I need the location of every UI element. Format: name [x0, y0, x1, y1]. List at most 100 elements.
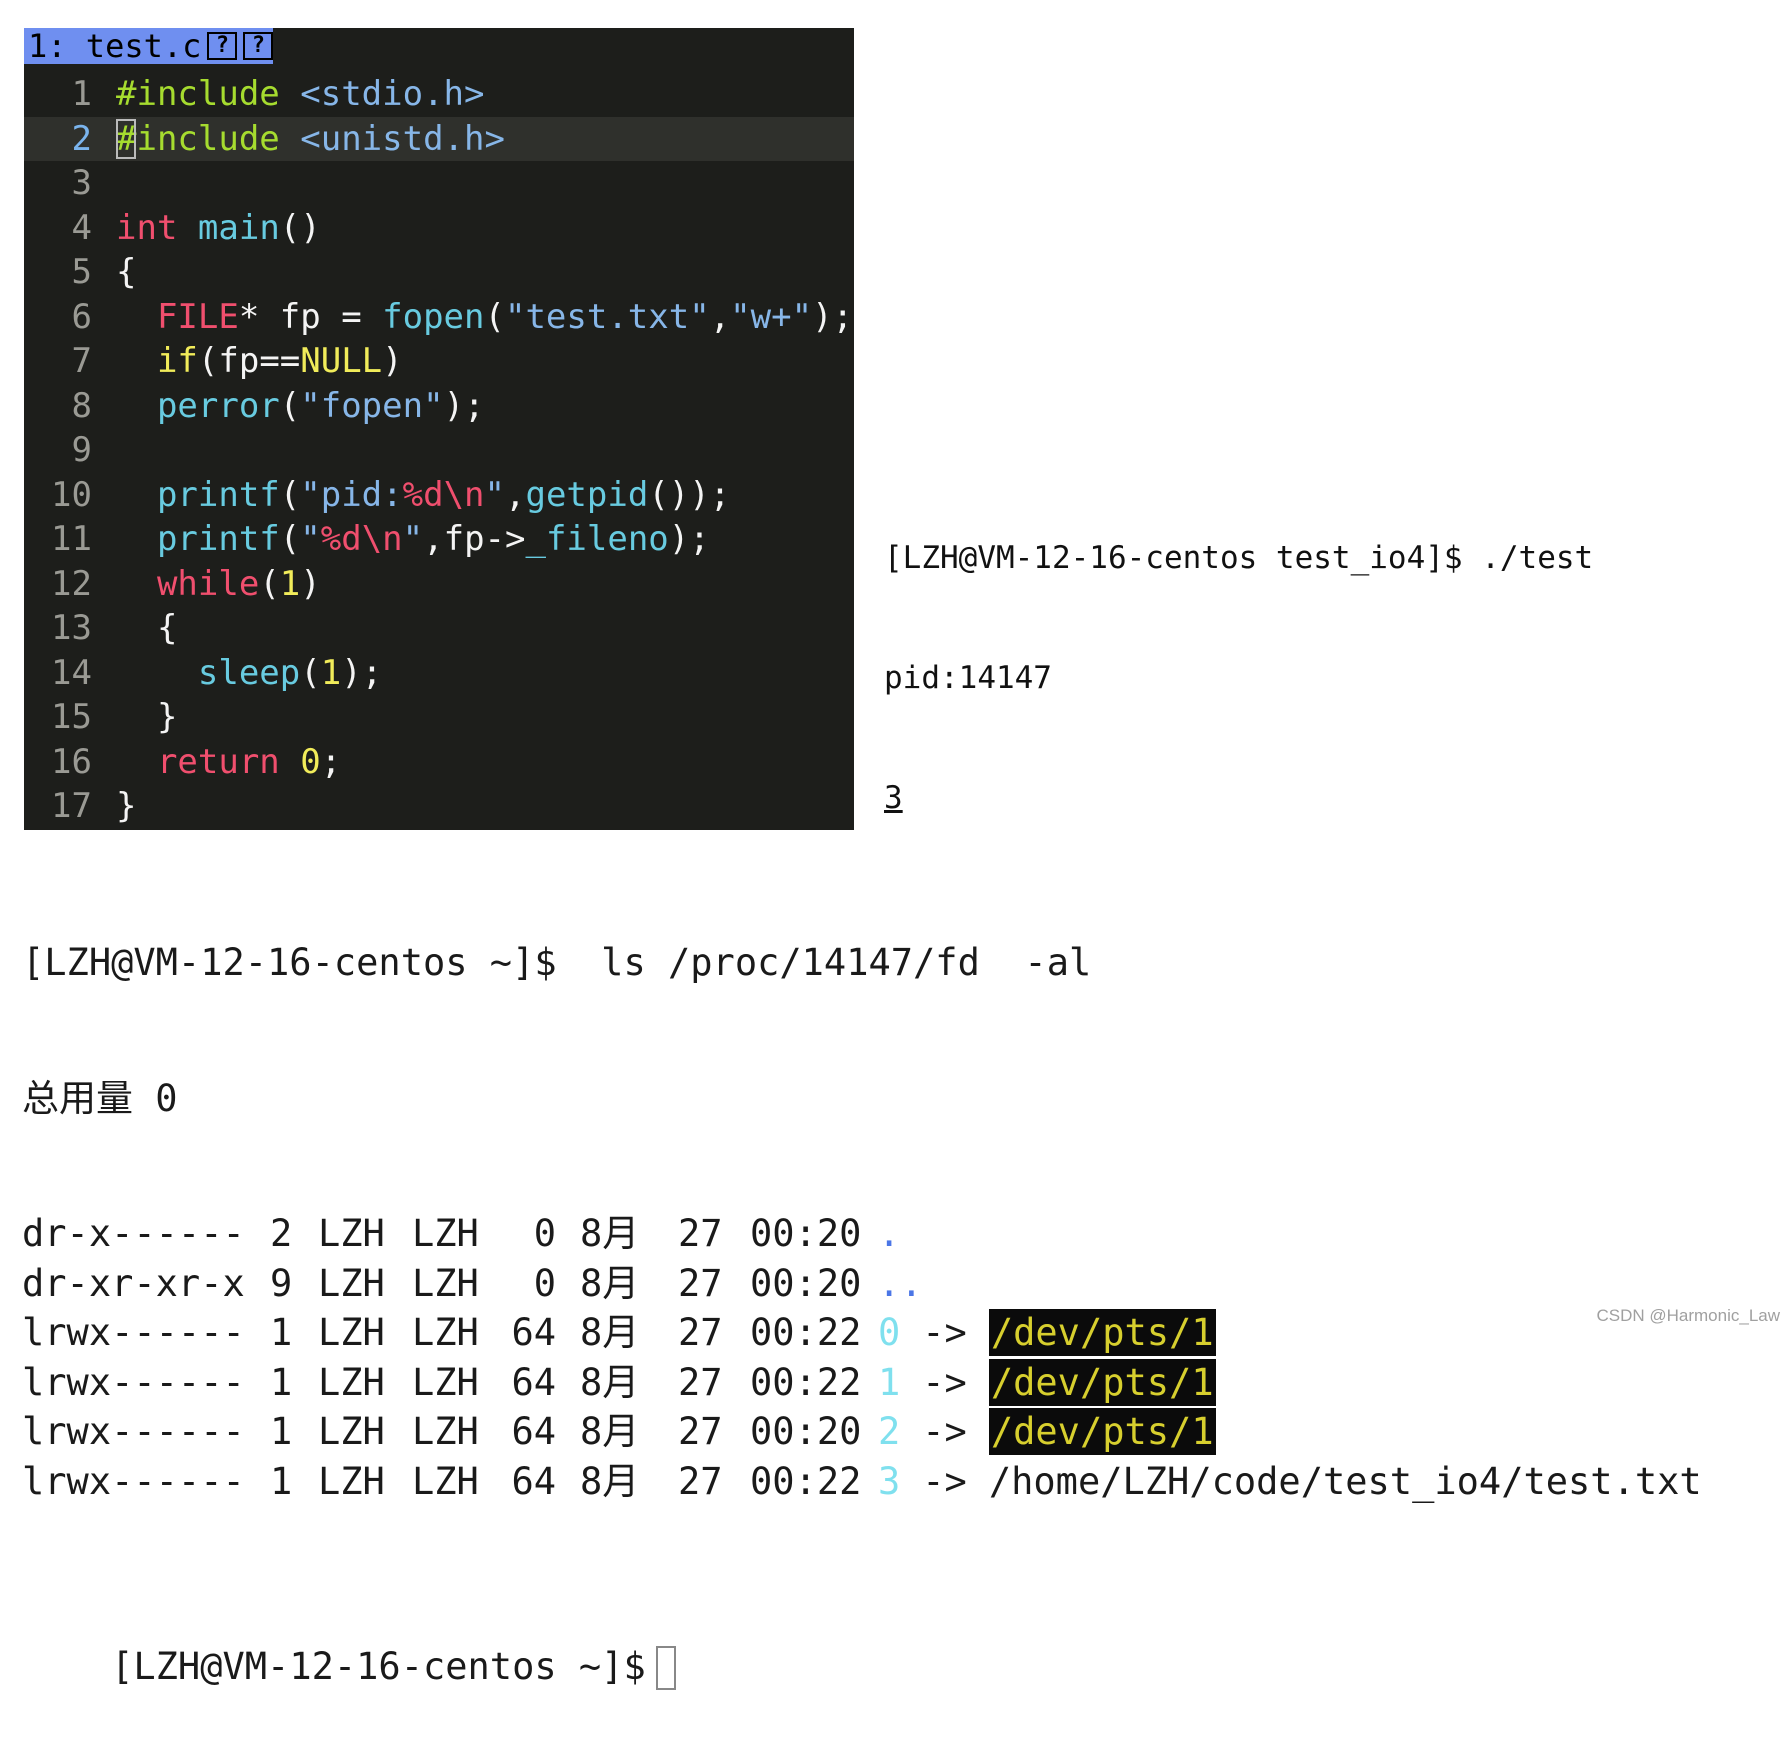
entry-group: LZH	[412, 1261, 479, 1305]
entry-month: 8月	[580, 1261, 640, 1305]
entry-owner: LZH	[318, 1311, 385, 1354]
code-line[interactable]: 13 {	[24, 606, 854, 651]
run-terminal-output: [LZH@VM-12-16-centos test_io4]$ ./test p…	[884, 458, 1593, 858]
fd-entry-row: lrwx------ 1 LZH LZH 64 8月 27 00:22 3 -> /home/LZH…	[22, 1457, 1772, 1507]
entry-name: 0	[878, 1311, 901, 1354]
entry-file-size: 64	[511, 1360, 556, 1404]
code-area[interactable]: 1 #include <stdio.h> 2 #include <unistd.h> 3…	[24, 72, 854, 829]
line-number: 14	[51, 652, 92, 693]
tab-test-c[interactable]: 1: test.c ? ?	[24, 28, 274, 65]
entry-link-count: 1	[270, 1410, 293, 1453]
total-line: 总用量 0	[22, 1076, 178, 1120]
code-token: }	[116, 697, 178, 737]
code-token: printf	[156, 519, 280, 559]
final-prompt-line: [LZH@VM-12-16-centos ~]$	[22, 1592, 1772, 1690]
code-line[interactable]: 16 return 0;	[24, 740, 854, 785]
entry-permissions: lrwx------	[22, 1410, 245, 1453]
line-number: 16	[51, 741, 92, 782]
code-text: {	[116, 250, 136, 295]
code-line[interactable]: 10 printf("pid:%d\n",getpid());	[24, 473, 854, 518]
tab-label: 1: test.c	[28, 28, 202, 65]
code-line[interactable]: 1 #include <stdio.h>	[24, 72, 854, 117]
entry-day: 27	[678, 1311, 723, 1354]
entry-day: 27	[678, 1410, 723, 1453]
code-token: <stdio.h>	[300, 74, 485, 114]
symlink-arrow: ->	[922, 1360, 967, 1404]
entry-owner: LZH	[318, 1212, 385, 1255]
code-token: getpid	[525, 474, 649, 515]
entry-link-count: 1	[270, 1360, 293, 1404]
entry-time: 00:22	[750, 1459, 862, 1503]
code-line[interactable]: 4 int main()	[24, 206, 854, 251]
fd-entry-row: dr-x------ 2 LZH LZH 0 8月 27 00:20.	[22, 1209, 1772, 1259]
entry-file-size: 64	[511, 1459, 556, 1503]
code-token: return	[156, 741, 280, 782]
entry-time: 00:20	[750, 1410, 862, 1453]
run-output-pid: pid:14147	[884, 660, 1052, 696]
entry-owner: LZH	[318, 1410, 385, 1453]
code-text: printf("%d\n",fp->_fileno);	[116, 517, 710, 562]
code-line[interactable]: 15 }	[24, 695, 854, 740]
code-line[interactable]: 14 sleep(1);	[24, 651, 854, 696]
code-token: while	[156, 563, 260, 604]
symlink-target: /dev/pts/1	[988, 1358, 1216, 1406]
fd-terminal[interactable]: [LZH@VM-12-16-centos ~]$ ls /proc/14147/…	[22, 852, 1772, 1690]
entry-month: 8月	[580, 1459, 640, 1503]
line-number: 13	[51, 608, 92, 648]
code-text: while(1)	[116, 562, 321, 607]
help-icon[interactable]: ?	[207, 32, 238, 60]
code-token: ());	[648, 474, 731, 515]
code-line[interactable]: 7 if(fp==NULL)	[24, 339, 854, 384]
code-token: <unistd.h>	[300, 118, 505, 159]
line-number: 8	[71, 385, 92, 426]
help-icon[interactable]: ?	[243, 32, 274, 60]
entry-file-size: 64	[511, 1410, 556, 1453]
code-line[interactable]: 3	[24, 161, 854, 206]
code-line[interactable]: 11 printf("%d\n",fp->_fileno);	[24, 517, 854, 562]
entry-permissions: dr-xr-xr-x	[22, 1261, 245, 1305]
code-line[interactable]: 9	[24, 428, 854, 473]
code-line[interactable]: 2 #include <unistd.h>	[24, 116, 854, 161]
code-token: );	[443, 385, 485, 426]
line-number: 1	[71, 74, 92, 114]
entry-name: 3	[878, 1459, 901, 1503]
code-text: if(fp==NULL)	[116, 339, 403, 384]
code-line[interactable]: 8 perror("fopen");	[24, 384, 854, 429]
terminal-cursor[interactable]	[655, 1646, 676, 1690]
line-number: 11	[51, 519, 92, 559]
fd-entry-row: dr-xr-xr-x 9 LZH LZH 0 8月 27 00:20..	[22, 1259, 1772, 1309]
vim-editor[interactable]: 1: test.c ? ? 1 #include <stdio.h> 2 #inclu…	[24, 28, 854, 830]
fd-entry-row: lrwx------ 1 LZH LZH 64 8月 27 00:22 0 -> /dev/pts/…	[22, 1308, 1772, 1358]
entry-group: LZH	[412, 1311, 479, 1354]
code-token: "	[484, 474, 505, 515]
code-token: %d\n	[402, 474, 485, 515]
code-line[interactable]: 5{	[24, 250, 854, 295]
entry-file-size: 0	[533, 1261, 556, 1305]
fd-listing: dr-x------ 2 LZH LZH 0 8月 27 00:20. dr-xr-xr-x 9 L…	[22, 1209, 1772, 1506]
fd-entry-row: lrwx------ 1 LZH LZH 64 8月 27 00:20 2 -> /dev/pts/…	[22, 1407, 1772, 1457]
command-line: [LZH@VM-12-16-centos ~]$ ls /proc/14147/…	[22, 941, 1092, 984]
entry-group: LZH	[412, 1459, 479, 1503]
code-line[interactable]: 17}	[24, 784, 854, 829]
code-token: #include	[116, 74, 280, 114]
code-text: #include <stdio.h>	[116, 72, 484, 117]
entry-month: 8月	[580, 1311, 640, 1354]
watermark: CSDN @Harmonic_Law	[1596, 1306, 1780, 1325]
line-number: 2	[71, 118, 92, 159]
code-token: "	[402, 519, 424, 559]
entry-group: LZH	[412, 1410, 479, 1453]
code-line[interactable]: 12 while(1)	[24, 562, 854, 607]
entry-permissions: lrwx------	[22, 1360, 245, 1404]
code-token: "	[300, 519, 321, 559]
code-line[interactable]: 6 FILE* fp = fopen("test.txt","w+");	[24, 295, 854, 340]
code-token: "test.txt"	[504, 296, 710, 337]
entry-link-count: 1	[270, 1459, 293, 1503]
code-token: int	[116, 207, 178, 248]
code-text: }	[116, 784, 136, 829]
